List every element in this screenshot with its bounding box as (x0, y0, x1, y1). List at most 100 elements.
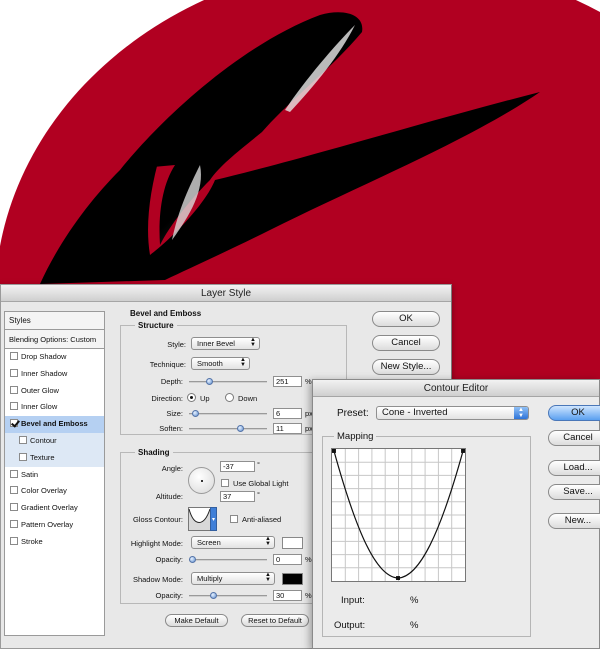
reset-default-button[interactable]: Reset to Default (241, 614, 309, 627)
style-item-checkbox[interactable] (10, 536, 18, 545)
curve-point-bottom[interactable] (396, 576, 400, 581)
input-label: Input: (341, 595, 365, 606)
new-style-button[interactable]: New Style... (372, 359, 440, 375)
preset-select[interactable]: Cone - Inverted ▲ ▼ (376, 406, 529, 420)
contour-ok-button[interactable]: OK (548, 405, 600, 421)
style-select[interactable]: Inner Bevel ▲ ▼ (191, 337, 260, 350)
angle-unit: ° (257, 460, 260, 469)
highlight-opacity-thumb[interactable] (189, 556, 196, 563)
altitude-field[interactable]: 37 (220, 491, 255, 502)
highlight-mode-value: Screen (197, 538, 221, 547)
altitude-label: Altitude: (155, 492, 183, 501)
style-item[interactable]: Gradient Overlay (5, 500, 104, 517)
highlight-opacity-label: Opacity: (155, 555, 183, 564)
shadow-mode-select[interactable]: Multiply ▲ ▼ (191, 572, 275, 585)
style-item-label: Color Overlay (21, 486, 67, 496)
style-item[interactable]: Drop Shadow (5, 349, 104, 366)
curve-point-right[interactable] (461, 449, 465, 453)
style-item-checkbox[interactable] (10, 402, 18, 411)
style-item-label: Satin (21, 469, 39, 479)
style-item-checkbox[interactable] (10, 419, 18, 428)
highlight-color-swatch[interactable] (282, 537, 303, 549)
style-item-checkbox[interactable] (10, 368, 18, 377)
style-item-checkbox[interactable] (10, 385, 18, 394)
style-item-label: Contour (30, 435, 57, 445)
preset-label: Preset: (337, 408, 369, 419)
depth-unit: % (305, 377, 312, 386)
curve-point-left[interactable] (332, 449, 336, 453)
style-item[interactable]: Inner Shadow (5, 366, 104, 383)
layer-style-title: Layer Style (1, 285, 451, 302)
style-item-checkbox[interactable] (10, 519, 18, 528)
technique-select[interactable]: Smooth ▲ ▼ (191, 357, 250, 370)
highlight-opacity-unit: % (305, 555, 312, 564)
highlight-mode-select[interactable]: Screen ▲ ▼ (191, 536, 275, 549)
style-item-checkbox[interactable] (19, 452, 27, 461)
style-item-checkbox[interactable] (10, 352, 18, 360)
gloss-contour-thumbnail[interactable] (188, 507, 218, 531)
style-item-label: Bevel and Emboss (21, 419, 88, 429)
preset-value: Cone - Inverted (382, 407, 448, 418)
direction-up-label: Up (200, 394, 210, 403)
direction-down-radio[interactable] (225, 393, 234, 402)
angle-label: Angle: (161, 464, 183, 473)
style-item[interactable]: Bevel and Emboss (5, 416, 104, 433)
depth-slider[interactable] (189, 378, 267, 385)
depth-field[interactable]: 251 (273, 376, 302, 387)
soften-field[interactable]: 11 (273, 423, 302, 434)
shadow-color-swatch[interactable] (282, 573, 303, 585)
technique-select-value: Smooth (197, 359, 223, 368)
global-light-checkbox[interactable] (221, 479, 229, 487)
shadow-opacity-unit: % (305, 591, 312, 600)
style-item[interactable]: Outer Glow (5, 383, 104, 400)
style-item[interactable]: Color Overlay (5, 483, 104, 500)
angle-field[interactable]: -37 (220, 461, 255, 472)
updown-arrows-icon: ▲ ▼ (240, 357, 246, 368)
highlight-mode-label: Highlight Mode: (130, 539, 183, 548)
ok-button[interactable]: OK (372, 311, 440, 327)
make-default-button[interactable]: Make Default (165, 614, 228, 627)
styles-header[interactable]: Styles (5, 312, 104, 330)
contour-editor-title: Contour Editor (313, 380, 599, 397)
style-item[interactable]: Texture (5, 449, 104, 467)
structure-title: Structure (135, 321, 177, 330)
style-item[interactable]: Inner Glow (5, 399, 104, 416)
highlight-opacity-field[interactable]: 0 (273, 554, 302, 565)
style-item-checkbox[interactable] (19, 435, 27, 444)
contour-graph[interactable] (331, 448, 466, 582)
style-item[interactable]: Satin (5, 467, 104, 484)
style-item[interactable]: Contour (5, 432, 104, 450)
size-slider[interactable] (189, 410, 267, 417)
style-items: Drop Shadow Inner Shadow Outer Glow Inner G… (5, 349, 104, 551)
cancel-button[interactable]: Cancel (372, 335, 440, 351)
angle-dial-center (201, 480, 203, 482)
updown-arrows-icon: ▲ ▼ (265, 536, 271, 547)
output-unit: % (410, 620, 419, 631)
style-item-checkbox[interactable] (10, 486, 18, 495)
updown-arrows-icon: ▲ ▼ (514, 407, 528, 419)
updown-arrows-icon: ▲ ▼ (250, 337, 256, 348)
style-item-label: Stroke (21, 536, 43, 546)
style-select-value: Inner Bevel (197, 339, 235, 348)
style-item[interactable]: Stroke (5, 534, 104, 551)
contour-load-button[interactable]: Load... (548, 460, 600, 476)
direction-up-radio[interactable] (187, 393, 196, 402)
anti-aliased-checkbox[interactable] (230, 515, 238, 523)
contour-cancel-button[interactable]: Cancel (548, 430, 600, 446)
shadow-opacity-slider[interactable] (189, 592, 267, 599)
style-item-checkbox[interactable] (10, 503, 18, 512)
technique-label: Technique: (149, 360, 186, 369)
blending-options-item[interactable]: Blending Options: Custom (5, 330, 104, 349)
shadow-opacity-field[interactable]: 30 (273, 590, 302, 601)
style-item-checkbox[interactable] (10, 469, 18, 478)
angle-dial[interactable] (188, 467, 215, 494)
soften-label: Soften: (159, 424, 183, 433)
style-item-label: Texture (30, 452, 55, 462)
style-item[interactable]: Pattern Overlay (5, 517, 104, 534)
size-field[interactable]: 6 (273, 408, 302, 419)
contour-save-button[interactable]: Save... (548, 484, 600, 500)
highlight-opacity-slider[interactable] (189, 556, 267, 563)
shadow-opacity-thumb[interactable] (209, 592, 217, 599)
soften-slider[interactable] (189, 425, 267, 432)
contour-new-button[interactable]: New... (548, 513, 600, 529)
